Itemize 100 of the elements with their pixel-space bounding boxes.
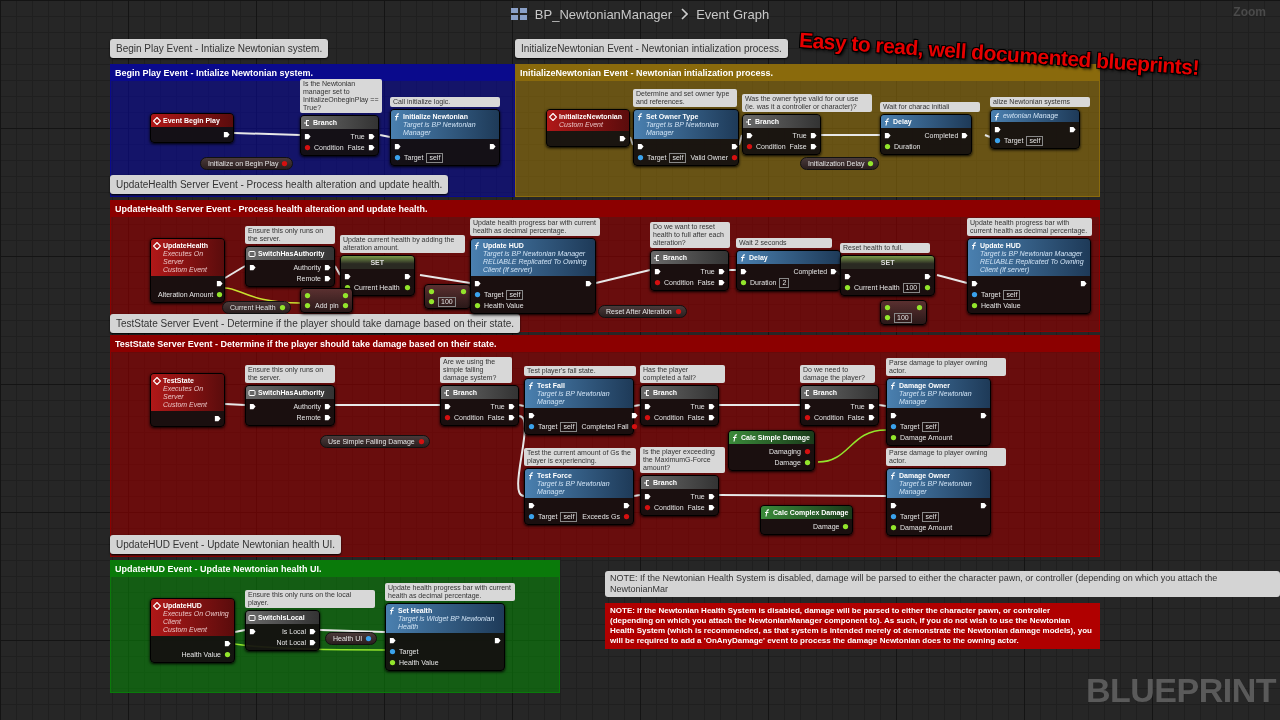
exec-pin-icon[interactable] [707, 493, 715, 500]
exec-pin-icon[interactable] [309, 628, 316, 635]
exec-pin-icon[interactable] [1080, 280, 1087, 287]
exec-pin-icon[interactable] [249, 403, 256, 410]
data-pin-icon[interactable] [528, 423, 535, 430]
exec-pin-icon[interactable] [804, 403, 811, 410]
data-pin-icon[interactable] [341, 302, 349, 309]
exec-pin-icon[interactable] [654, 268, 661, 275]
exec-pin-icon[interactable] [707, 414, 715, 421]
data-pin-icon[interactable] [304, 302, 311, 309]
exec-pin-icon[interactable] [971, 280, 978, 287]
data-pin-icon[interactable] [459, 288, 467, 295]
exec-pin-icon[interactable] [324, 403, 331, 410]
data-pin-icon[interactable] [924, 284, 932, 291]
data-pin-icon[interactable] [474, 291, 481, 298]
asset-name[interactable]: BP_NewtonianManager [534, 6, 673, 22]
exec-pin-icon[interactable] [367, 144, 375, 151]
data-pin-icon[interactable] [428, 288, 435, 295]
exec-pin-icon[interactable] [717, 268, 725, 275]
exec-pin-icon[interactable] [494, 637, 501, 644]
exec-pin-icon[interactable] [249, 628, 256, 635]
data-pin-icon[interactable] [915, 304, 923, 311]
exec-pin-icon[interactable] [489, 143, 496, 150]
data-pin-icon[interactable] [844, 284, 851, 291]
exec-pin-icon[interactable] [867, 403, 875, 410]
data-pin-icon[interactable] [365, 635, 373, 642]
data-pin-icon[interactable] [867, 160, 875, 167]
exec-pin-icon[interactable] [1069, 126, 1076, 133]
exec-pin-icon[interactable] [740, 268, 747, 275]
exec-pin-icon[interactable] [403, 273, 411, 280]
exec-pin-icon[interactable] [644, 493, 651, 500]
data-pin-icon[interactable] [389, 648, 396, 655]
data-pin-icon[interactable] [637, 154, 644, 161]
exec-pin-icon[interactable] [249, 264, 256, 271]
exec-pin-icon[interactable] [980, 502, 987, 509]
data-pin-icon[interactable] [803, 459, 811, 466]
exec-pin-icon[interactable] [324, 264, 331, 271]
exec-pin-icon[interactable] [961, 132, 969, 139]
exec-pin-icon[interactable] [867, 414, 875, 421]
exec-pin-icon[interactable] [884, 132, 891, 139]
exec-pin-icon[interactable] [585, 280, 592, 287]
data-pin-icon[interactable] [884, 314, 891, 321]
data-pin-icon[interactable] [884, 143, 891, 150]
exec-pin-icon[interactable] [304, 133, 311, 140]
data-pin-icon[interactable] [971, 291, 978, 298]
exec-pin-icon[interactable] [309, 639, 316, 646]
exec-pin-icon[interactable] [224, 640, 231, 647]
data-pin-icon[interactable] [740, 279, 747, 286]
exec-pin-icon[interactable] [394, 143, 401, 150]
data-pin-icon[interactable] [890, 524, 897, 531]
exec-pin-icon[interactable] [717, 279, 725, 286]
exec-pin-icon[interactable] [214, 415, 221, 422]
data-pin-icon[interactable] [890, 434, 897, 441]
exec-pin-icon[interactable] [994, 126, 1001, 133]
exec-pin-icon[interactable] [389, 637, 396, 644]
data-pin-icon[interactable] [216, 291, 224, 298]
exec-pin-icon[interactable] [507, 414, 515, 421]
data-pin-icon[interactable] [890, 423, 897, 430]
exec-pin-icon[interactable] [637, 143, 644, 150]
exec-pin-icon[interactable] [474, 280, 481, 287]
exec-pin-icon[interactable] [507, 403, 515, 410]
data-pin-icon[interactable] [341, 292, 349, 299]
data-pin-icon[interactable] [278, 304, 286, 311]
exec-pin-icon[interactable] [223, 131, 230, 138]
exec-pin-icon[interactable] [644, 403, 651, 410]
exec-pin-icon[interactable] [731, 143, 738, 150]
data-pin-icon[interactable] [428, 298, 435, 305]
exec-pin-icon[interactable] [324, 275, 331, 282]
exec-pin-icon[interactable] [830, 268, 838, 275]
exec-pin-icon[interactable] [324, 414, 331, 421]
data-pin-icon[interactable] [389, 659, 396, 666]
exec-pin-icon[interactable] [746, 132, 753, 139]
exec-pin-icon[interactable] [809, 132, 817, 139]
exec-pin-icon[interactable] [631, 412, 639, 419]
data-pin-icon[interactable] [971, 302, 978, 309]
data-pin-icon[interactable] [474, 302, 481, 309]
exec-pin-icon[interactable] [890, 502, 897, 509]
exec-pin-icon[interactable] [707, 403, 715, 410]
data-pin-icon[interactable] [403, 284, 411, 291]
exec-pin-icon[interactable] [444, 403, 451, 410]
exec-pin-icon[interactable] [367, 133, 375, 140]
exec-pin-icon[interactable] [980, 412, 987, 419]
exec-pin-icon[interactable] [528, 412, 535, 419]
exec-pin-icon[interactable] [216, 280, 224, 287]
exec-pin-icon[interactable] [619, 135, 626, 142]
data-pin-icon[interactable] [890, 513, 897, 520]
exec-pin-icon[interactable] [623, 502, 630, 509]
data-pin-icon[interactable] [884, 304, 891, 311]
exec-pin-icon[interactable] [344, 273, 351, 280]
data-pin-icon[interactable] [304, 292, 311, 299]
exec-pin-icon[interactable] [890, 412, 897, 419]
data-pin-icon[interactable] [394, 154, 401, 161]
exec-pin-icon[interactable] [707, 504, 715, 511]
data-pin-icon[interactable] [224, 651, 231, 658]
data-pin-icon[interactable] [528, 513, 535, 520]
exec-pin-icon[interactable] [924, 273, 932, 280]
graph-name[interactable]: Event Graph [696, 6, 770, 22]
data-pin-icon[interactable] [842, 523, 850, 530]
exec-pin-icon[interactable] [528, 502, 535, 509]
data-pin-icon[interactable] [994, 137, 1001, 144]
